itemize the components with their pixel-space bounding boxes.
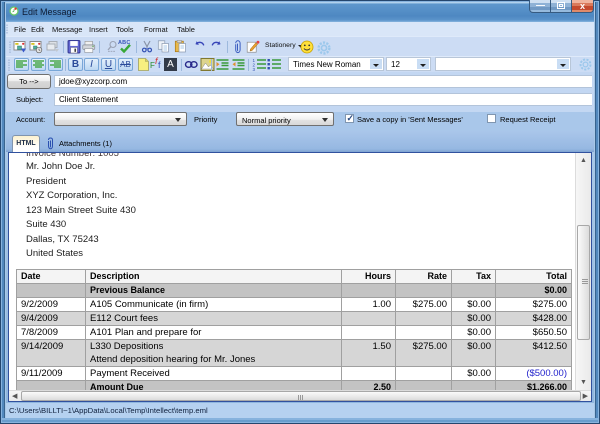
svg-text:3: 3 — [253, 67, 256, 71]
